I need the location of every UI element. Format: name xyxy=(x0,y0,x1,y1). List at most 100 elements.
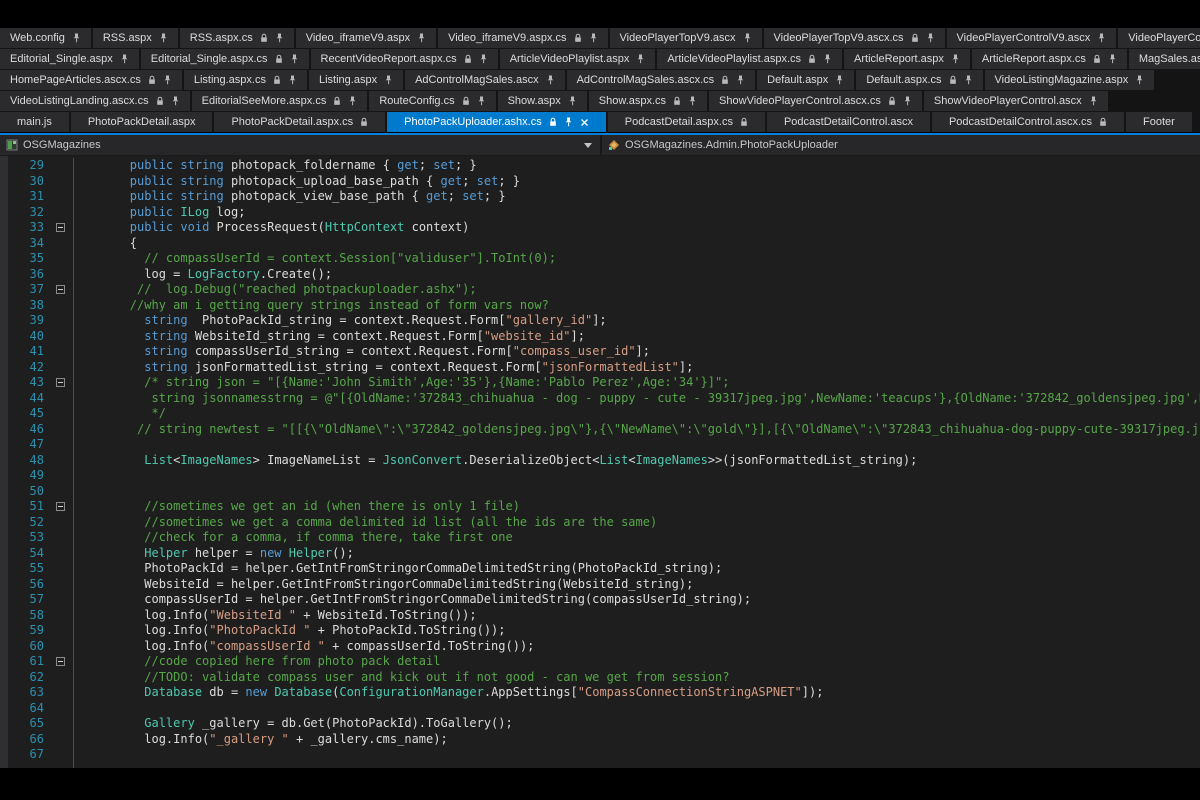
code-line[interactable]: 41 string compassUserId_string = context… xyxy=(0,344,1200,360)
tab-show-aspx[interactable]: Show.aspx xyxy=(498,91,587,111)
pin-icon[interactable] xyxy=(290,54,299,64)
tab-podcastdetail-aspx-cs[interactable]: PodcastDetail.aspx.cs xyxy=(608,112,765,132)
code-line[interactable]: 47 xyxy=(0,437,1200,453)
code-line[interactable]: 36 log = LogFactory.Create(); xyxy=(0,267,1200,283)
tab-default-aspx-cs[interactable]: Default.aspx.cs xyxy=(856,70,982,90)
code-line[interactable]: 30 public string photopack_upload_base_p… xyxy=(0,174,1200,190)
code-line[interactable]: 40 string WebsiteId_string = context.Req… xyxy=(0,329,1200,345)
code-line[interactable]: 61 //code copied here from photo pack de… xyxy=(0,654,1200,670)
pin-icon[interactable] xyxy=(636,54,645,64)
tab-videolistinglanding-ascx-cs[interactable]: VideoListingLanding.ascx.cs xyxy=(0,91,190,111)
pin-icon[interactable] xyxy=(120,54,129,64)
pin-icon[interactable] xyxy=(384,75,393,85)
code-line[interactable]: 57 compassUserId = helper.GetIntFromStri… xyxy=(0,592,1200,608)
code-line[interactable]: 56 WebsiteId = helper.GetIntFromStringor… xyxy=(0,577,1200,593)
pin-icon[interactable] xyxy=(903,96,912,106)
project-dropdown[interactable]: OSGMagazines xyxy=(0,135,602,155)
type-dropdown[interactable]: OSGMagazines.Admin.PhotoPackUploader xyxy=(602,135,1200,155)
tab-homepagearticles-ascx-cs[interactable]: HomePageArticles.ascx.cs xyxy=(0,70,182,90)
tab-articlevideoplaylist-aspx-cs[interactable]: ArticleVideoPlaylist.aspx.cs xyxy=(657,49,842,69)
tab-rss-aspx-cs[interactable]: RSS.aspx.cs xyxy=(180,28,294,48)
pin-icon[interactable] xyxy=(171,96,180,106)
tab-rss-aspx[interactable]: RSS.aspx xyxy=(93,28,178,48)
tab-video-iframev9-aspx-cs[interactable]: Video_iframeV9.aspx.cs xyxy=(438,28,607,48)
pin-icon[interactable] xyxy=(275,33,284,43)
tab-photopackdetail-aspx-cs[interactable]: PhotoPackDetail.aspx.cs xyxy=(214,112,385,132)
code-line[interactable]: 45 */ xyxy=(0,406,1200,422)
code-line[interactable]: 52 //sometimes we get a comma delimited … xyxy=(0,515,1200,531)
code-line[interactable]: 31 public string photopack_view_base_pat… xyxy=(0,189,1200,205)
pin-icon[interactable] xyxy=(159,33,168,43)
tab-web-config[interactable]: Web.config xyxy=(0,28,91,48)
pin-icon[interactable] xyxy=(348,96,357,106)
pin-icon[interactable] xyxy=(1089,96,1098,106)
collapse-region-icon[interactable] xyxy=(56,223,65,232)
pin-icon[interactable] xyxy=(568,96,577,106)
code-line[interactable]: 43 /* string json = "[{Name:'John Simith… xyxy=(0,375,1200,391)
code-line[interactable]: 39 string PhotoPackId_string = context.R… xyxy=(0,313,1200,329)
code-line[interactable]: 67 xyxy=(0,747,1200,763)
tab-adcontrolmagsales-ascx[interactable]: AdControlMagSales.ascx xyxy=(405,70,565,90)
code-line[interactable]: 29 public string photopack_foldername { … xyxy=(0,158,1200,174)
pin-icon[interactable] xyxy=(1135,75,1144,85)
code-line[interactable]: 46 // string newtest = "[[{\"OldName\":\… xyxy=(0,422,1200,438)
tab-videoplayercontrolv9-ascx[interactable]: VideoPlayerControlV9.ascx xyxy=(947,28,1117,48)
tab-default-aspx[interactable]: Default.aspx xyxy=(757,70,854,90)
tab-showvideoplayercontrol-ascx[interactable]: ShowVideoPlayerControl.ascx xyxy=(924,91,1108,111)
tab-listing-aspx[interactable]: Listing.aspx xyxy=(309,70,403,90)
tab-podcastdetailcontrol-ascx[interactable]: PodcastDetailControl.ascx xyxy=(767,112,930,132)
tab-photopackdetail-aspx[interactable]: PhotoPackDetail.aspx xyxy=(71,112,213,132)
tab-articlereport-aspx[interactable]: ArticleReport.aspx xyxy=(844,49,970,69)
code-line[interactable]: 49 xyxy=(0,468,1200,484)
code-line[interactable]: 42 string jsonFormattedList_string = con… xyxy=(0,360,1200,376)
code-line[interactable]: 51 //sometimes we get an id (when there … xyxy=(0,499,1200,515)
code-line[interactable]: 34 { xyxy=(0,236,1200,252)
tab-videoplayercontrolv9-ascx-cs[interactable]: VideoPlayerControlV9.ascx.cs xyxy=(1118,28,1200,48)
pin-icon[interactable] xyxy=(926,33,935,43)
tab-articlereport-aspx-cs[interactable]: ArticleReport.aspx.cs xyxy=(972,49,1127,69)
tab-editorial-single-aspx-cs[interactable]: Editorial_Single.aspx.cs xyxy=(141,49,309,69)
tab-videoplayertopv9-ascx[interactable]: VideoPlayerTopV9.ascx xyxy=(610,28,762,48)
code-line[interactable]: 38 //why am i getting query strings inst… xyxy=(0,298,1200,314)
code-line[interactable]: 48 List<ImageNames> ImageNameList = Json… xyxy=(0,453,1200,469)
pin-icon[interactable] xyxy=(417,33,426,43)
tab-photopackuploader-ashx-cs[interactable]: PhotoPackUploader.ashx.cs xyxy=(387,112,606,132)
pin-icon[interactable] xyxy=(823,54,832,64)
tab-magsales-aspx[interactable]: MagSales.aspx xyxy=(1129,49,1200,69)
pin-icon[interactable] xyxy=(688,96,697,106)
tab-video-iframev9-aspx[interactable]: Video_iframeV9.aspx xyxy=(296,28,436,48)
code-line[interactable]: 62 //TODO: validate compass user and kic… xyxy=(0,670,1200,686)
tab-listing-aspx-cs[interactable]: Listing.aspx.cs xyxy=(184,70,307,90)
collapse-region-icon[interactable] xyxy=(56,285,65,294)
pin-icon[interactable] xyxy=(736,75,745,85)
collapse-region-icon[interactable] xyxy=(56,378,65,387)
code-line[interactable]: 37 // log.Debug("reached photpackuploade… xyxy=(0,282,1200,298)
tab-editorial-single-aspx[interactable]: Editorial_Single.aspx xyxy=(0,49,139,69)
close-icon[interactable] xyxy=(580,118,589,127)
pin-icon[interactable] xyxy=(288,75,297,85)
tab-showvideoplayercontrol-ascx-cs[interactable]: ShowVideoPlayerControl.ascx.cs xyxy=(709,91,922,111)
pin-icon[interactable] xyxy=(546,75,555,85)
pin-icon[interactable] xyxy=(479,54,488,64)
pin-icon[interactable] xyxy=(743,33,752,43)
code-line[interactable]: 32 public ILog log; xyxy=(0,205,1200,221)
collapse-region-icon[interactable] xyxy=(56,657,65,666)
tab-videoplayertopv9-ascx-cs[interactable]: VideoPlayerTopV9.ascx.cs xyxy=(764,28,945,48)
code-line[interactable]: 53 //check for a comma, if comma there, … xyxy=(0,530,1200,546)
pin-icon[interactable] xyxy=(163,75,172,85)
tab-footer[interactable]: Footer xyxy=(1126,112,1192,132)
tab-articlevideoplaylist-aspx[interactable]: ArticleVideoPlaylist.aspx xyxy=(500,49,656,69)
pin-icon[interactable] xyxy=(72,33,81,43)
tab-recentvideoreport-aspx-cs[interactable]: RecentVideoReport.aspx.cs xyxy=(311,49,498,69)
code-line[interactable]: 50 xyxy=(0,484,1200,500)
pin-icon[interactable] xyxy=(1108,54,1117,64)
tab-podcastdetailcontrol-ascx-cs[interactable]: PodcastDetailControl.ascx.cs xyxy=(932,112,1124,132)
code-line[interactable]: 63 Database db = new Database(Configurat… xyxy=(0,685,1200,701)
code-line[interactable]: 35 // compassUserId = context.Session["v… xyxy=(0,251,1200,267)
pin-icon[interactable] xyxy=(589,33,598,43)
code-line[interactable]: 58 log.Info("WebsiteId " + WebsiteId.ToS… xyxy=(0,608,1200,624)
pin-icon[interactable] xyxy=(951,54,960,64)
code-line[interactable]: 65 Gallery _gallery = db.Get(PhotoPackId… xyxy=(0,716,1200,732)
code-line[interactable]: 44 string jsonnamesstrng = @"[{OldName:'… xyxy=(0,391,1200,407)
pin-icon[interactable] xyxy=(477,96,486,106)
